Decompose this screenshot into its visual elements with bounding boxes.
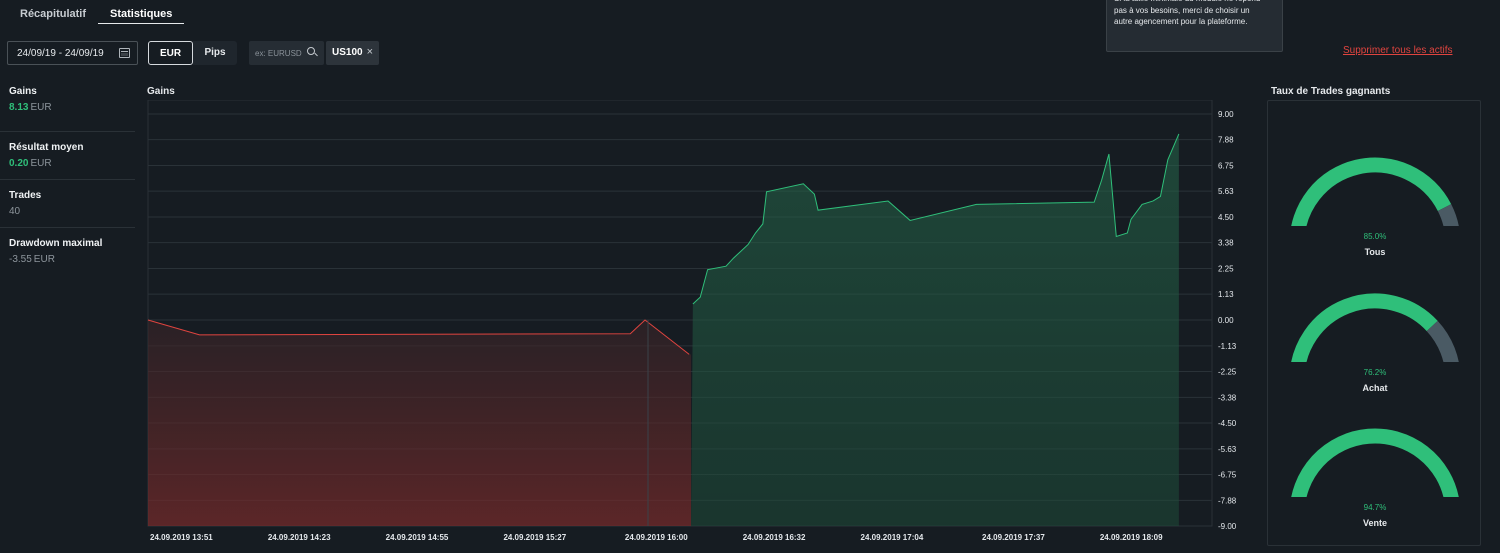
gauge-label: Vente <box>1362 518 1387 528</box>
y-tick-label: -2.25 <box>1218 368 1237 377</box>
gauges-panel: 85.0% Tous 76.2% Achat 94.7% Vente <box>1267 100 1481 546</box>
gauge-vente: 94.7% Vente <box>1268 372 1482 528</box>
stat-label: Drawdown maximal <box>9 238 103 249</box>
gains-chart: 9.00 7.88 6.75 5.63 4.50 3.38 2.25 1.13 0.00 -1.1… <box>147 100 1237 542</box>
gauge-rest-arc <box>1426 320 1459 362</box>
x-tick-label: 24.09.2019 13:51 <box>150 533 213 542</box>
y-tick-label: -3.38 <box>1218 393 1237 402</box>
asset-chip: US100 × <box>326 41 379 65</box>
y-tick-label: 5.63 <box>1218 187 1234 196</box>
gauge-arc <box>1291 293 1459 362</box>
x-tick-label: 24.09.2019 15:27 <box>503 533 566 542</box>
asset-chip-label: US100 <box>332 47 363 58</box>
stat-unit: EUR <box>33 254 55 265</box>
y-tick-label: -5.63 <box>1218 445 1237 454</box>
x-tick-label: 24.09.2019 16:00 <box>625 533 688 542</box>
tooltip-text: Si la taille minimale du module ne répon… <box>1114 0 1260 26</box>
stat-value: 0.20 <box>9 158 29 169</box>
gauge-win-arc <box>1291 293 1438 362</box>
gauge-rest-arc <box>1437 204 1459 226</box>
tab-bar: Récapitulatif Statistiques <box>8 0 185 24</box>
gauge-arc <box>1291 157 1459 226</box>
stat-unit: EUR <box>30 102 52 113</box>
stat-unit: EUR <box>30 158 52 169</box>
y-tick-label: -4.50 <box>1218 419 1237 428</box>
y-tick-label: 2.25 <box>1218 265 1234 274</box>
x-tick-label: 24.09.2019 14:55 <box>386 533 449 542</box>
x-tick-label: 24.09.2019 18:09 <box>1100 533 1163 542</box>
unit-pips-button[interactable]: Pips <box>193 41 237 65</box>
gain-area <box>691 133 1179 526</box>
gauges-title: Taux de Trades gagnants <box>1271 86 1391 97</box>
tab-statistiques[interactable]: Statistiques <box>98 0 185 24</box>
unit-eur-button[interactable]: EUR <box>148 41 193 65</box>
stat-label: Gains <box>9 86 37 97</box>
asset-search-input[interactable] <box>255 47 307 59</box>
x-tick-label: 24.09.2019 17:04 <box>861 533 924 542</box>
gauge-arc <box>1291 428 1459 497</box>
y-tick-label: 0.00 <box>1218 316 1234 325</box>
loss-area <box>148 320 692 526</box>
chart-title: Gains <box>147 86 175 97</box>
stat-gains: Gains 8.13 EUR <box>0 84 135 132</box>
stat-value: -3.55 <box>9 254 32 265</box>
y-tick-label: 1.13 <box>1218 290 1234 299</box>
stat-max-drawdown: Drawdown maximal -3.55 EUR <box>0 228 135 276</box>
layout-tooltip: Si la taille minimale du module ne répon… <box>1106 0 1283 52</box>
y-tick-label: 3.38 <box>1218 239 1234 248</box>
asset-search-box <box>249 41 324 65</box>
x-tick-label: 24.09.2019 14:23 <box>268 533 331 542</box>
x-tick-label: 24.09.2019 16:32 <box>743 533 806 542</box>
y-tick-label: -9.00 <box>1218 522 1237 531</box>
tab-recapitulatif[interactable]: Récapitulatif <box>8 0 98 24</box>
y-tick-label: 4.50 <box>1218 213 1234 222</box>
gauge-percent: 94.7% <box>1363 503 1387 512</box>
stat-trades: Trades 40 <box>0 180 135 228</box>
y-tick-label: -7.88 <box>1218 496 1237 505</box>
gauge-win-arc <box>1291 428 1459 497</box>
stat-value: 8.13 <box>9 102 29 113</box>
y-tick-label: -1.13 <box>1218 342 1237 351</box>
gauge-achat: 76.2% Achat <box>1268 237 1482 393</box>
y-tick-label: 6.75 <box>1218 162 1234 171</box>
stat-label: Résultat moyen <box>9 142 84 153</box>
y-tick-label: -6.75 <box>1218 471 1237 480</box>
stat-average-result: Résultat moyen 0.20 EUR <box>0 132 135 180</box>
tooltip-close-icon[interactable]: × <box>1271 0 1276 5</box>
x-tick-label: 24.09.2019 17:37 <box>982 533 1045 542</box>
stats-panel: Gains 8.13 EUR Résultat moyen 0.20 EUR Tra… <box>0 84 135 276</box>
y-tick-label: 9.00 <box>1218 110 1234 119</box>
y-tick-label: 7.88 <box>1218 136 1234 145</box>
stat-value: 40 <box>9 206 21 217</box>
date-range-picker[interactable]: 24/09/19 - 24/09/19 <box>7 41 138 65</box>
remove-all-assets-link[interactable]: Supprimer tous les actifs <box>1343 45 1453 56</box>
stat-label: Trades <box>9 190 42 201</box>
search-icon[interactable] <box>307 47 315 55</box>
calendar-icon[interactable] <box>119 48 130 58</box>
remove-asset-close-icon[interactable]: × <box>367 46 373 58</box>
gauge-tous: 85.0% Tous <box>1268 101 1482 257</box>
gauge-win-arc <box>1291 157 1452 226</box>
date-range-text: 24/09/19 - 24/09/19 <box>17 48 104 59</box>
